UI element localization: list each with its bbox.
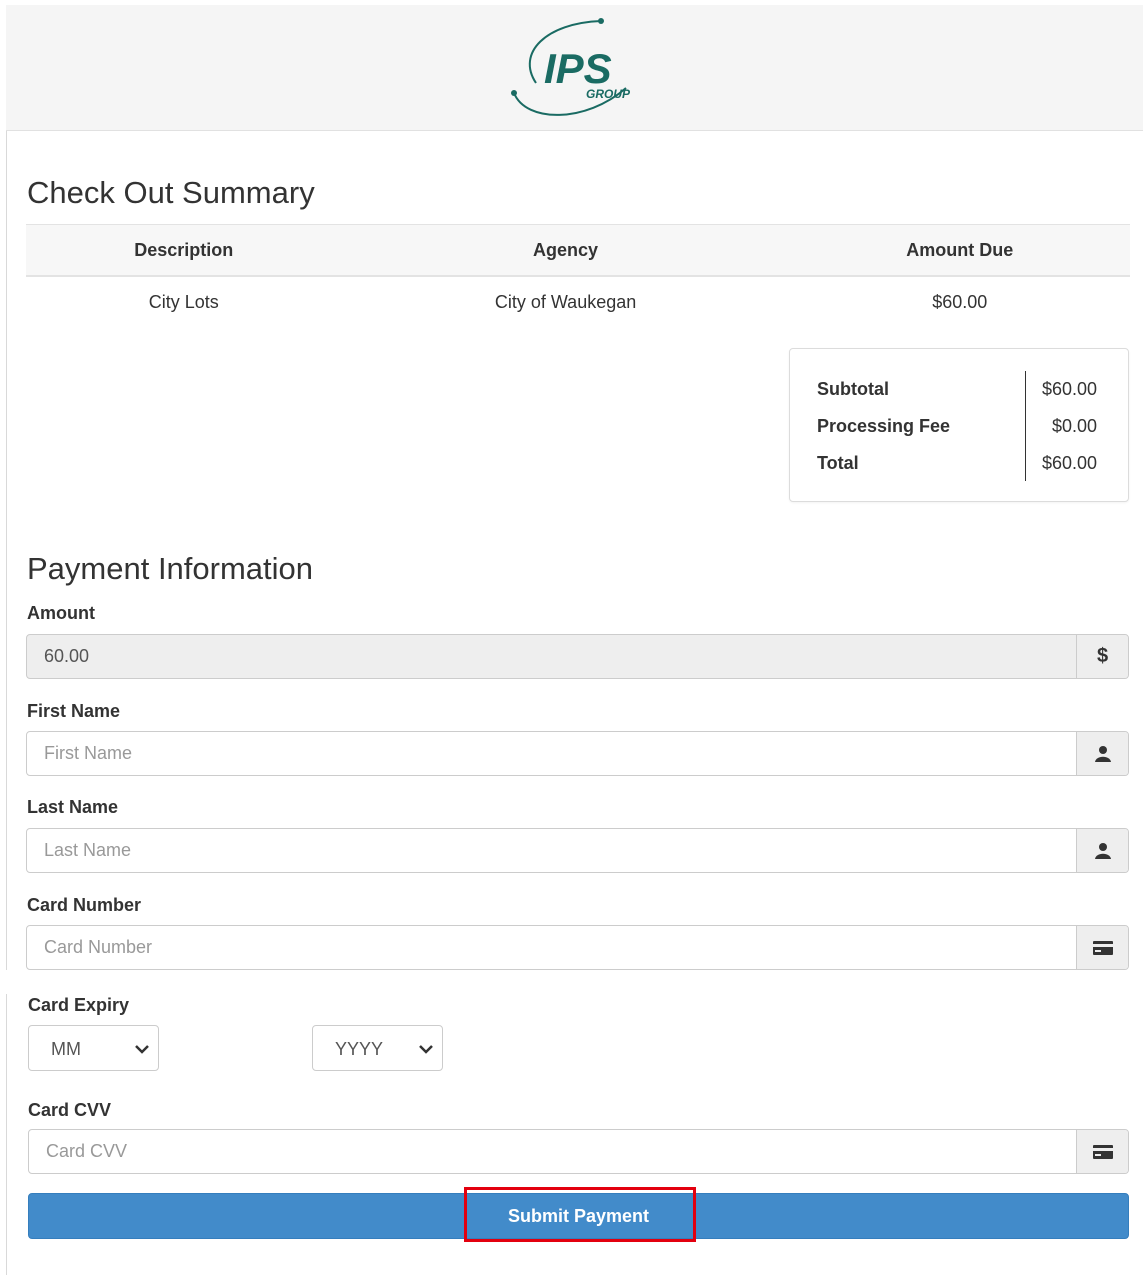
header: IPS GROUP	[6, 5, 1143, 131]
cell-amount-due: $60.00	[932, 291, 988, 312]
processing-fee-label: Processing Fee	[817, 416, 951, 436]
credit-card-icon	[1076, 1130, 1128, 1173]
cell-agency: City of Waukegan	[494, 291, 637, 312]
expiry-year-select[interactable]: YYYY	[312, 1025, 443, 1071]
first-name-input[interactable]	[27, 732, 1076, 775]
subtotal-value: $60.00	[1041, 379, 1097, 399]
table-row: City Lots City of Waukegan $60.00	[26, 276, 1130, 327]
processing-fee-row: Processing Fee $0.00	[790, 416, 1130, 440]
checkout-summary-title: Check Out Summary	[27, 175, 315, 210]
processing-fee-value: $0.00	[1051, 416, 1097, 436]
total-value: $60.00	[1041, 453, 1097, 473]
last-name-input-group	[26, 828, 1129, 873]
first-name-label: First Name	[27, 701, 121, 721]
first-name-input-group	[26, 731, 1129, 776]
column-header-agency: Agency	[341, 224, 790, 277]
amount-input-group: $	[26, 634, 1129, 679]
screenshot-seam	[0, 970, 1143, 994]
card-number-input-group	[26, 925, 1129, 970]
chevron-down-icon	[135, 1045, 149, 1054]
chevron-down-icon	[419, 1045, 433, 1054]
expiry-month-value: MM	[51, 1039, 81, 1059]
last-name-input[interactable]	[27, 829, 1076, 872]
svg-text:GROUP: GROUP	[586, 87, 631, 101]
column-header-description: Description	[26, 224, 342, 277]
card-cvv-input[interactable]	[29, 1130, 1076, 1173]
ips-group-logo: IPS GROUP	[511, 18, 631, 116]
expiry-month-select[interactable]: MM	[28, 1025, 159, 1071]
cell-description: City Lots	[148, 291, 219, 312]
amount-input	[27, 635, 1076, 678]
payment-information-title: Payment Information	[27, 551, 314, 586]
card-cvv-input-group	[28, 1129, 1129, 1174]
subtotal-row: Subtotal $60.00	[790, 379, 1130, 403]
card-expiry-label: Card Expiry	[28, 995, 130, 1015]
last-name-label: Last Name	[27, 797, 119, 817]
subtotal-label: Subtotal	[817, 379, 889, 399]
card-cvv-label: Card CVV	[28, 1100, 112, 1120]
table-header-row: Description Agency Amount Due	[26, 224, 1130, 277]
credit-card-icon	[1076, 926, 1128, 969]
submit-payment-button[interactable]: Submit Payment	[28, 1193, 1129, 1239]
total-label: Total	[817, 453, 859, 473]
svg-text:IPS: IPS	[544, 45, 612, 92]
column-header-amount-due: Amount Due	[789, 224, 1130, 277]
card-number-label: Card Number	[27, 895, 142, 915]
total-row: Total $60.00	[790, 453, 1130, 477]
card-number-input[interactable]	[27, 926, 1076, 969]
totals-box: Subtotal $60.00 Processing Fee $0.00 Tot…	[789, 348, 1129, 502]
dollar-icon: $	[1076, 635, 1128, 678]
user-icon	[1076, 732, 1128, 775]
user-icon	[1076, 829, 1128, 872]
expiry-year-value: YYYY	[335, 1039, 384, 1059]
amount-label: Amount	[27, 603, 95, 623]
checkout-summary-table: Description Agency Amount Due City Lots …	[26, 224, 1130, 327]
